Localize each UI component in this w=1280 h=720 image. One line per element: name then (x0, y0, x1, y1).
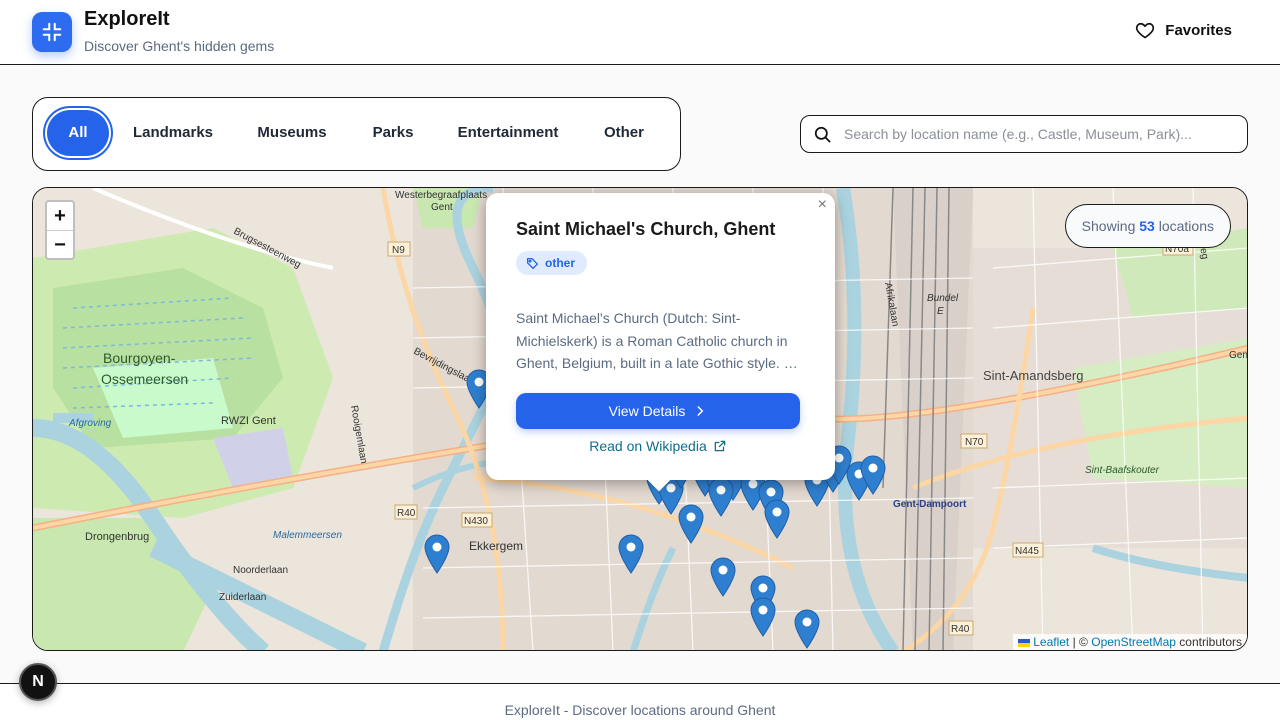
category-tag-label: other (545, 256, 575, 270)
wikipedia-link[interactable]: Read on Wikipedia (486, 438, 830, 454)
map-label-westerbegraafplaats: Westerbegraafplaats (395, 190, 487, 201)
map-label-gent-top: Gent (431, 202, 453, 213)
app-header: ExploreIt Discover Ghent's hidden gems F… (0, 0, 1280, 65)
leaflet-link[interactable]: Leaflet (1033, 635, 1069, 649)
favorites-label: Favorites (1165, 21, 1232, 39)
map-label-bundel-e: E (937, 306, 944, 317)
filter-all[interactable]: All (47, 110, 109, 156)
app-title: ExploreIt (84, 8, 170, 30)
search-input[interactable] (844, 126, 1224, 142)
road-shield-r40-left: R40 (397, 508, 416, 519)
road-shield-r40-right: R40 (951, 624, 970, 635)
external-link-icon (714, 440, 726, 452)
filter-museums[interactable]: Museums (247, 110, 337, 156)
map-label-dampoort: Gent-Dampoort (893, 499, 967, 510)
map-label-sint-amandsberg: Sint-Amandsberg (983, 368, 1083, 383)
road-shield-n445: N445 (1015, 546, 1039, 557)
search-icon (814, 126, 831, 142)
map-label-gen: Gen (1229, 350, 1248, 361)
tag-icon (526, 257, 539, 269)
zoom-in-button[interactable]: + (47, 202, 73, 230)
location-popup: × Saint Michael's Church, Ghent other Sa… (486, 193, 835, 492)
road-shield-n70: N70 (965, 437, 984, 448)
attribution-contributors: contributors (1179, 635, 1242, 649)
showing-count: 53 (1139, 218, 1155, 234)
location-count-badge: Showing 53 locations (1064, 204, 1231, 248)
map-label-zuiderlaan: Zuiderlaan (219, 592, 266, 603)
map-label-drongenbrug: Drongenbrug (85, 531, 149, 543)
filter-parks[interactable]: Parks (363, 110, 423, 156)
compress-icon (42, 22, 62, 42)
popup-description: Saint Michael's Church (Dutch: Sint-Mich… (516, 310, 798, 371)
page-footer: ExploreIt - Discover locations around Gh… (0, 683, 1280, 720)
map-label-noorderlaan: Noorderlaan (233, 565, 288, 576)
ukraine-flag-icon (1017, 638, 1030, 647)
road-shield-n430: N430 (464, 516, 488, 527)
footer-text: ExploreIt - Discover locations around Gh… (504, 702, 776, 718)
map-label-malemmeersen: Malemmeersen (273, 530, 342, 541)
filter-other[interactable]: Other (593, 110, 655, 156)
app-subtitle: Discover Ghent's hidden gems (84, 38, 275, 54)
heart-icon (1136, 22, 1155, 39)
filter-landmarks[interactable]: Landmarks (125, 110, 221, 156)
app-logo[interactable] (32, 12, 72, 52)
zoom-out-button[interactable]: − (47, 230, 73, 258)
attribution-separator: | © (1072, 635, 1088, 649)
category-filter-bar: All Landmarks Museums Parks Entertainmen… (32, 97, 681, 171)
category-tag: other (516, 251, 587, 275)
dev-tools-badge[interactable]: N (19, 663, 57, 701)
wikipedia-link-label: Read on Wikipedia (589, 438, 707, 454)
map-label-baafskouter: Sint-Baafskouter (1085, 465, 1160, 476)
map-label-ekkergem: Ekkergem (469, 539, 523, 553)
map-label-afgroving: Afgroving (68, 418, 112, 429)
chevron-right-icon (697, 406, 704, 416)
map-view[interactable]: Bourgoyen- Ossemeersen Sint-Amandsberg E… (32, 187, 1248, 651)
map-label-ossemeersen: Ossemeersen (101, 371, 188, 387)
showing-suffix: locations (1158, 218, 1214, 234)
search-box[interactable] (800, 115, 1248, 153)
view-details-button[interactable]: View Details (516, 393, 800, 429)
view-details-label: View Details (608, 403, 686, 419)
zoom-control: + − (45, 200, 75, 260)
popup-title: Saint Michael's Church, Ghent (516, 219, 776, 239)
map-label-bourgoyen: Bourgoyen- (103, 350, 176, 366)
showing-prefix: Showing (1081, 218, 1136, 234)
map-label-bundel: Bundel (927, 293, 959, 304)
popup-close-button[interactable]: × (818, 196, 827, 214)
road-shield-n9: N9 (392, 245, 405, 256)
map-label-rwzi: RWZI Gent (221, 415, 276, 427)
favorites-button[interactable]: Favorites (1135, 20, 1232, 40)
filter-entertainment[interactable]: Entertainment (451, 110, 565, 156)
osm-link[interactable]: OpenStreetMap (1091, 635, 1176, 649)
map-attribution: Leaflet | © OpenStreetMap contributors (1012, 634, 1247, 650)
